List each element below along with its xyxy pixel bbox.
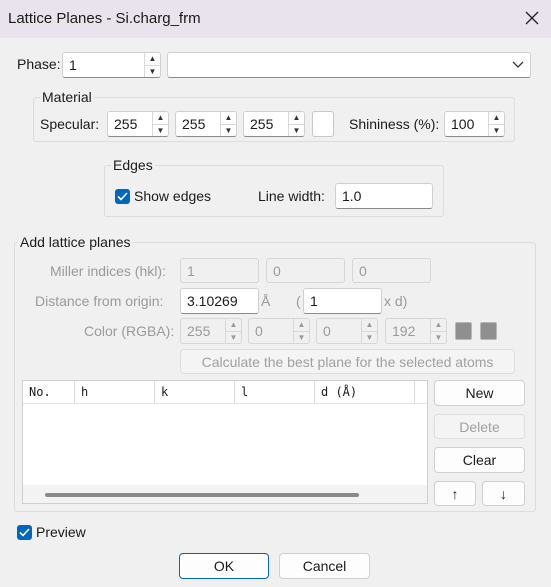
spin-down-icon[interactable]: ▼	[294, 330, 309, 344]
column-header-d[interactable]: d (Å)	[315, 381, 415, 403]
spin-up-icon[interactable]: ▲	[289, 112, 304, 124]
spin-up-icon[interactable]: ▲	[145, 53, 160, 65]
column-header-l[interactable]: l	[235, 381, 315, 403]
spin-down-icon[interactable]: ▼	[431, 330, 446, 344]
spin-down-icon[interactable]: ▼	[221, 123, 236, 137]
cancel-button[interactable]: Cancel	[279, 553, 370, 579]
column-header-no[interactable]: No.	[23, 381, 75, 403]
miller-k-input[interactable]: 0	[266, 258, 345, 283]
color-g-spinbox[interactable]: 0 ▲ ▼	[248, 318, 310, 344]
shininess-label: Shininess (%):	[349, 116, 440, 132]
multiplier-suffix: x d)	[384, 293, 408, 309]
edges-title: Edges	[111, 157, 155, 173]
table-header: No. h k l d (Å)	[23, 381, 427, 404]
column-header-h[interactable]: h	[75, 381, 155, 403]
arrow-down-icon: ↓	[500, 485, 507, 502]
spin-up-icon[interactable]: ▲	[294, 319, 309, 331]
spin-down-icon[interactable]: ▼	[153, 123, 168, 137]
line-width-label: Line width:	[258, 188, 325, 204]
chevron-down-icon	[512, 61, 524, 68]
arrow-up-icon: ↑	[451, 485, 459, 502]
specular-b-spinbox[interactable]: 255 ▲ ▼	[243, 111, 305, 137]
shininess-spinbox[interactable]: 100 ▲ ▼	[444, 111, 505, 137]
calc-best-plane-button[interactable]: Calculate the best plane for the selecte…	[180, 349, 515, 374]
close-button[interactable]	[519, 4, 545, 32]
plane-color-swatch[interactable]	[455, 322, 472, 340]
specular-g-spinbox[interactable]: 255 ▲ ▼	[175, 111, 237, 137]
horizontal-scrollbar[interactable]	[23, 485, 427, 503]
color-g-value: 0	[255, 323, 263, 339]
shininess-value: 100	[451, 116, 475, 132]
color-label: Color (RGBA):	[84, 323, 175, 339]
spin-down-icon[interactable]: ▼	[362, 330, 377, 344]
clear-button[interactable]: Clear	[434, 447, 525, 473]
color-b-spinbox[interactable]: 0 ▲ ▼	[316, 318, 378, 344]
spin-up-icon[interactable]: ▲	[226, 319, 241, 331]
phase-spinbox[interactable]: 1 ▲ ▼	[62, 52, 161, 78]
miller-label: Miller indices (hkl):	[50, 263, 166, 279]
color-a-spinbox[interactable]: 192 ▲ ▼	[385, 318, 447, 344]
show-edges-label[interactable]: Show edges	[134, 188, 211, 204]
column-header-k[interactable]: k	[155, 381, 235, 403]
phase-dropdown[interactable]	[167, 52, 531, 78]
miller-h-input[interactable]: 1	[180, 258, 259, 283]
specular-label: Specular:	[40, 116, 100, 132]
color-b-value: 0	[323, 323, 331, 339]
scrollbar-thumb[interactable]	[45, 493, 359, 497]
color-a-value: 192	[392, 323, 416, 339]
spin-down-icon[interactable]: ▼	[289, 123, 304, 137]
move-down-button[interactable]: ↓	[482, 481, 525, 506]
multiplier-input[interactable]: 1	[303, 288, 382, 314]
line-width-input[interactable]: 1.0	[335, 183, 433, 209]
planes-table: No. h k l d (Å)	[22, 380, 428, 504]
preview-checkbox[interactable]	[17, 525, 32, 540]
add-planes-title: Add lattice planes	[18, 234, 133, 250]
spin-up-icon[interactable]: ▲	[221, 112, 236, 124]
paren-open: (	[296, 293, 301, 309]
spin-down-icon[interactable]: ▼	[145, 64, 160, 78]
distance-input[interactable]: 3.10269	[180, 288, 259, 314]
spin-up-icon[interactable]: ▲	[431, 319, 446, 331]
color-r-spinbox[interactable]: 255 ▲ ▼	[180, 318, 242, 344]
check-icon	[19, 528, 30, 537]
delete-button[interactable]: Delete	[434, 414, 525, 439]
specular-b-value: 255	[250, 116, 274, 132]
show-edges-checkbox[interactable]	[115, 189, 130, 204]
move-up-button[interactable]: ↑	[434, 481, 476, 506]
spin-up-icon[interactable]: ▲	[362, 319, 377, 331]
window-title: Lattice Planes - Si.charg_frm	[8, 10, 201, 27]
color-r-value: 255	[187, 323, 211, 339]
spin-up-icon[interactable]: ▲	[153, 112, 168, 124]
spin-down-icon[interactable]: ▼	[226, 330, 241, 344]
specular-r-value: 255	[114, 116, 138, 132]
distance-label: Distance from origin:	[35, 293, 164, 309]
plane-color-alpha-swatch[interactable]	[480, 322, 497, 340]
spin-down-icon[interactable]: ▼	[489, 123, 504, 137]
material-title: Material	[40, 89, 94, 105]
ok-button[interactable]: OK	[179, 553, 269, 579]
specular-r-spinbox[interactable]: 255 ▲ ▼	[107, 111, 169, 137]
preview-label[interactable]: Preview	[36, 524, 86, 540]
phase-value: 1	[69, 57, 77, 73]
phase-label: Phase:	[17, 56, 61, 72]
check-icon	[117, 192, 128, 201]
spin-up-icon[interactable]: ▲	[489, 112, 504, 124]
close-icon	[525, 11, 539, 25]
miller-l-input[interactable]: 0	[352, 258, 431, 283]
distance-unit: Å	[261, 293, 271, 309]
specular-g-value: 255	[182, 116, 206, 132]
new-button[interactable]: New	[434, 380, 525, 406]
specular-color-swatch[interactable]	[312, 111, 334, 137]
